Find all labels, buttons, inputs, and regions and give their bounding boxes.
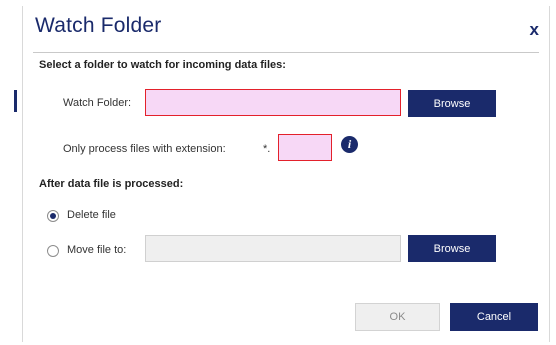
watch-folder-label: Watch Folder: <box>63 97 132 109</box>
move-file-browse-button[interactable]: Browse <box>408 235 496 262</box>
move-file-path-input[interactable] <box>145 235 401 262</box>
extension-input[interactable] <box>278 134 332 161</box>
extension-prefix: *. <box>263 143 271 155</box>
move-file-label[interactable]: Move file to: <box>67 244 126 256</box>
ok-button[interactable]: OK <box>355 303 440 331</box>
close-icon[interactable]: x <box>530 20 539 40</box>
delete-file-radio[interactable] <box>47 210 59 222</box>
radio-selected-dot <box>50 213 56 219</box>
background-window <box>0 0 22 345</box>
dialog-title: Watch Folder <box>35 14 162 37</box>
watch-folder-browse-button[interactable]: Browse <box>408 90 496 117</box>
after-section-heading: After data file is processed: <box>39 178 184 190</box>
delete-file-label[interactable]: Delete file <box>67 209 116 221</box>
watch-folder-dialog: Watch Folder x Select a folder to watch … <box>22 6 550 342</box>
watch-section-heading: Select a folder to watch for incoming da… <box>39 59 286 71</box>
watch-folder-input[interactable] <box>145 89 401 116</box>
title-divider <box>33 52 539 53</box>
background-window-edge <box>14 90 17 112</box>
move-file-radio[interactable] <box>47 245 59 257</box>
extension-label: Only process files with extension: <box>63 143 226 155</box>
info-icon[interactable]: i <box>341 136 358 153</box>
cancel-button[interactable]: Cancel <box>450 303 538 331</box>
